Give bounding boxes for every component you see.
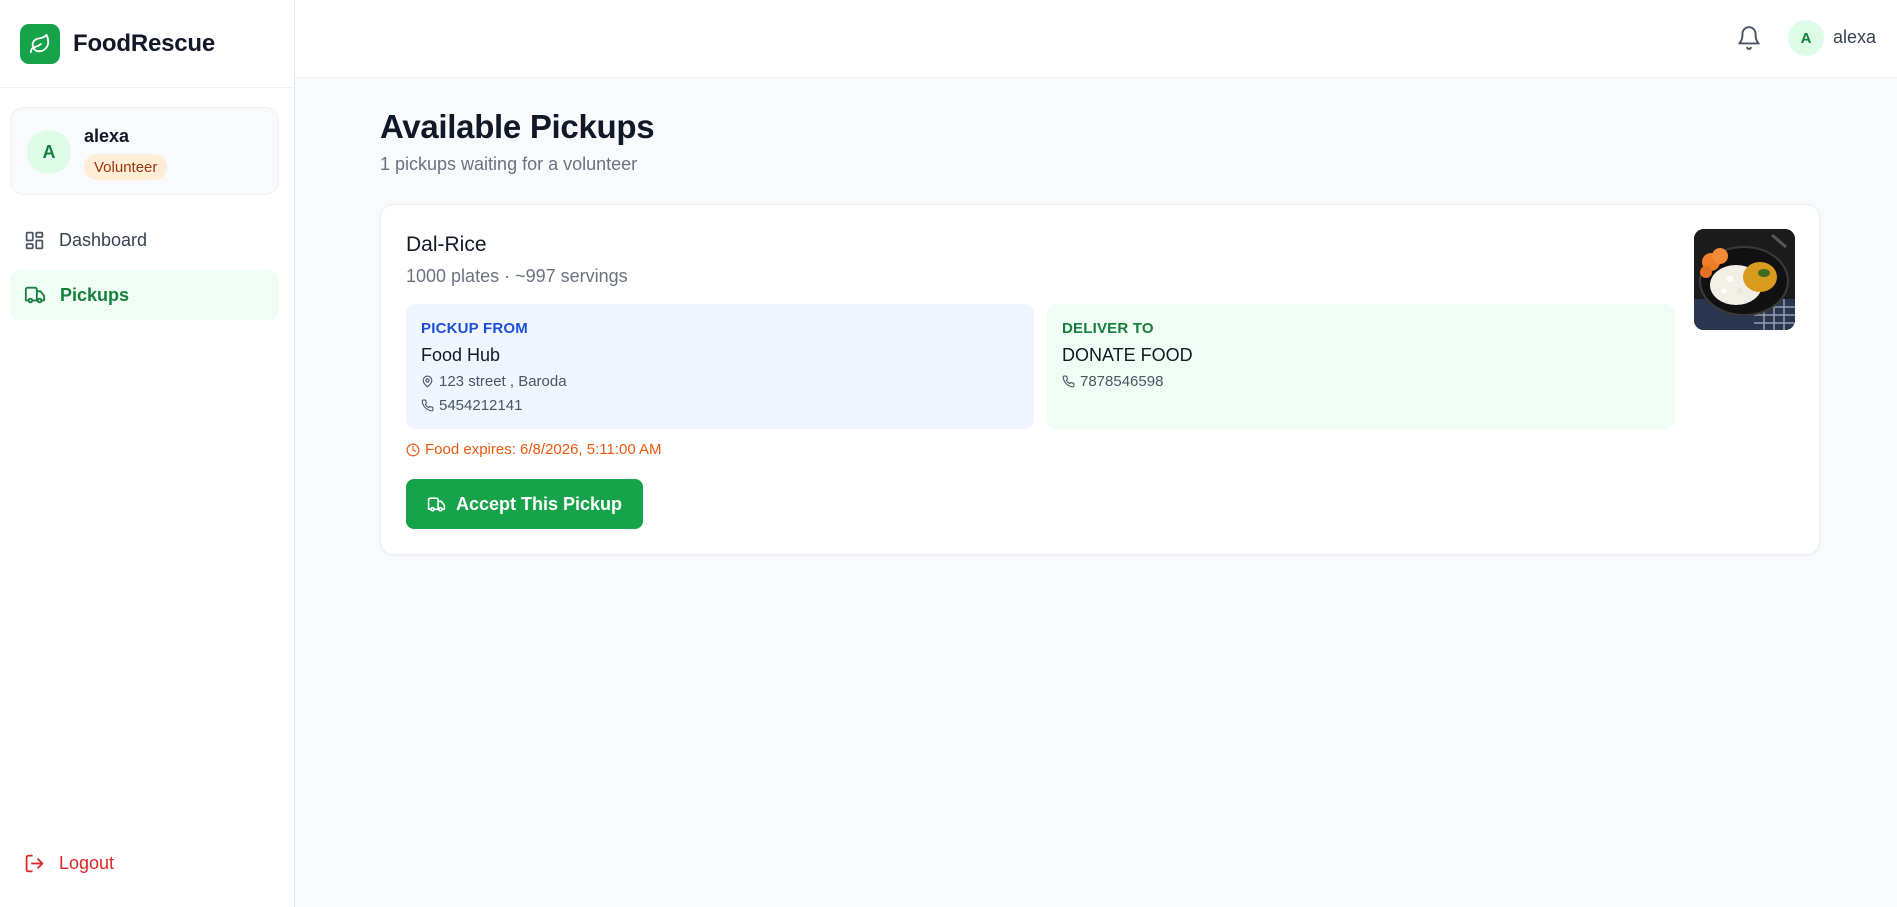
sidebar-item-label: Dashboard (59, 229, 148, 250)
truck-icon (24, 286, 46, 304)
page-title: Available Pickups (380, 108, 655, 145)
leaf-icon (20, 23, 60, 64)
logout-label: Logout (59, 853, 115, 873)
avatar: A (27, 130, 71, 174)
dashboard-icon (25, 231, 44, 249)
pickup-phone-text: 5454212141 (439, 397, 523, 414)
food-name: Dal-Rice (406, 233, 487, 256)
deliver-phone[interactable]: 7878546598 (1062, 373, 1163, 390)
clock-icon (406, 443, 420, 456)
role-badge: Volunteer (84, 154, 168, 180)
deliver-phone-text: 7878546598 (1080, 373, 1164, 390)
sidebar-item-dashboard[interactable]: Dashboard (10, 215, 279, 265)
sidebar-item-pickups[interactable]: Pickups (10, 270, 279, 320)
accept-pickup-label: Accept This Pickup (455, 493, 623, 514)
pickup-address-text: 123 street , Baroda (439, 373, 567, 390)
phone-icon (421, 399, 434, 412)
logout-button[interactable]: Logout (24, 853, 114, 874)
food-image (1694, 229, 1795, 330)
pickup-card: Dal-Rice 1000 plates · ~997 servings PIC… (380, 204, 1820, 555)
pickup-donor-name: Food Hub (421, 345, 501, 365)
map-pin-icon (422, 375, 433, 388)
pickup-from-label: PICKUP FROM (421, 320, 528, 337)
expiry-notice: Food expires: 6/8/2026, 5:11:00 AM (406, 441, 662, 458)
deliver-recipient-name: DONATE FOOD (1062, 345, 1193, 365)
pickup-phone[interactable]: 5454212141 (421, 397, 522, 414)
expiry-text: Food expires: 6/8/2026, 5:11:00 AM (425, 441, 662, 458)
pickup-address: 123 street , Baroda (421, 373, 567, 390)
user-card: A alexa Volunteer (10, 107, 279, 195)
sidebar-item-label: Pickups (60, 284, 130, 305)
logout-icon (25, 854, 44, 873)
phone-icon (1062, 375, 1075, 388)
sidebar: FoodRescue A alexa Volunteer Dashboard P… (0, 0, 295, 907)
avatar[interactable]: A (1788, 20, 1824, 56)
topbar: A alexa (295, 0, 1897, 78)
food-quantity: 1000 plates · ~997 servings (406, 266, 628, 286)
user-name: alexa (84, 126, 130, 146)
accept-pickup-button[interactable]: Accept This Pickup (406, 479, 643, 529)
pickup-from-panel: PICKUP FROM Food Hub 123 street , Baroda… (406, 304, 1034, 429)
brand-name: FoodRescue (73, 29, 216, 57)
deliver-to-label: DELIVER TO (1062, 320, 1154, 337)
brand[interactable]: FoodRescue (0, 0, 294, 88)
truck-icon (427, 496, 446, 512)
bell-icon[interactable] (1736, 25, 1762, 51)
deliver-to-panel: DELIVER TO DONATE FOOD 7878546598 (1047, 304, 1675, 429)
page-subtitle: 1 pickups waiting for a volunteer (380, 154, 638, 174)
user-menu-name[interactable]: alexa (1833, 27, 1876, 48)
